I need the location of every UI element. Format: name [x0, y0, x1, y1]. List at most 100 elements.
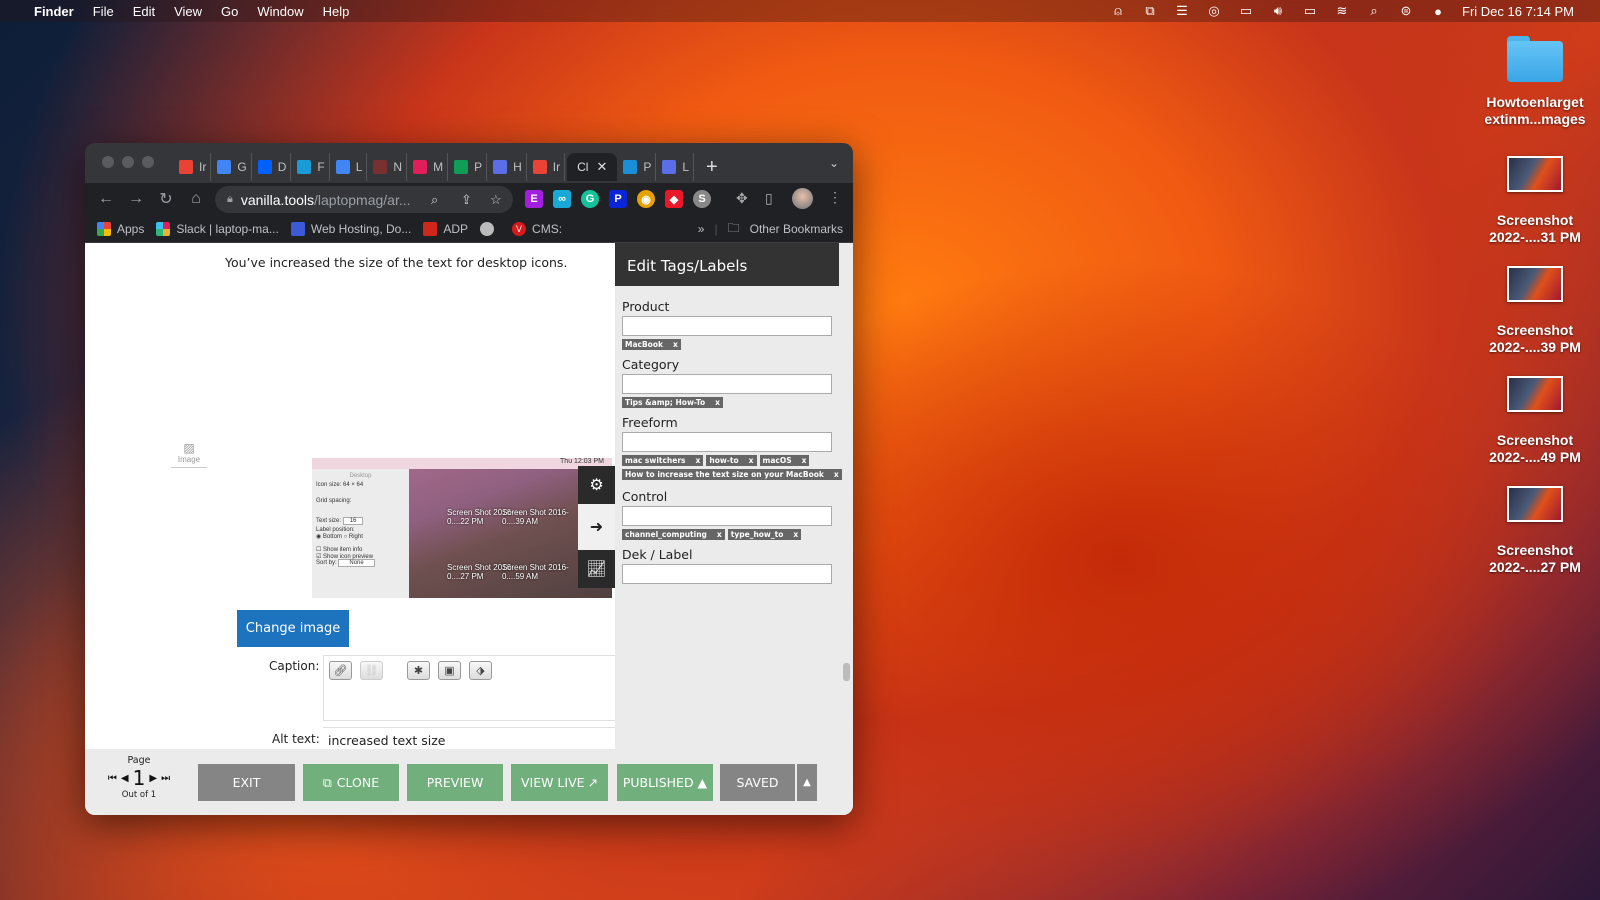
battery-icon[interactable]: ▭: [1294, 3, 1326, 19]
zoom-window-button[interactable]: [142, 156, 154, 168]
exit-button[interactable]: EXIT: [198, 764, 295, 801]
page-scrollbar[interactable]: [843, 663, 850, 681]
tag-input[interactable]: [622, 564, 832, 584]
link-extension-icon[interactable]: ∞: [553, 190, 571, 208]
side-panel-icon[interactable]: ▯: [765, 190, 773, 207]
reload-icon[interactable]: ↻: [151, 189, 181, 209]
prev-page-icon[interactable]: ◀: [121, 773, 129, 784]
bookmark-star-icon[interactable]: ☆: [490, 192, 502, 208]
browser-menu-icon[interactable]: ⋮: [828, 189, 842, 206]
browser-tab[interactable]: P: [619, 153, 657, 181]
image-block-placeholder[interactable]: ▨ Image: [171, 441, 207, 468]
vpn-icon[interactable]: ⍝: [1102, 3, 1134, 19]
screen-mirroring-icon[interactable]: ⧉: [1134, 3, 1166, 19]
clone-button[interactable]: ⧉ CLONE: [303, 764, 399, 801]
browser-tab[interactable]: P: [450, 153, 488, 181]
spotlight-icon[interactable]: ⌕: [1358, 3, 1390, 19]
next-page-icon[interactable]: ▶: [149, 773, 157, 784]
browser-tab[interactable]: Ir: [529, 153, 566, 181]
bookmark-cms[interactable]: V CMS:: [512, 221, 562, 236]
menu-help[interactable]: Help: [323, 4, 350, 19]
change-image-button[interactable]: Change image: [237, 610, 349, 647]
browser-tab[interactable]: G: [213, 153, 252, 181]
back-icon[interactable]: ←: [91, 190, 121, 208]
preview-button[interactable]: PREVIEW: [407, 764, 503, 801]
published-button[interactable]: PUBLISHED ▲: [617, 764, 713, 801]
browser-tab[interactable]: L: [332, 153, 368, 181]
browser-tab[interactable]: D: [254, 153, 292, 181]
remove-tag-button[interactable]: x: [749, 456, 754, 465]
remove-tag-button[interactable]: x: [717, 530, 722, 539]
chart-line-icon[interactable]: 📈︎: [578, 550, 615, 588]
stack-icon[interactable]: ☰: [1166, 3, 1198, 19]
article-image[interactable]: Thu 12:03 PM Desktop Icon size: 64 × 64 …: [312, 458, 612, 598]
browser-tab[interactable]: Cl ✕: [567, 153, 618, 181]
menu-edit[interactable]: Edit: [133, 4, 155, 19]
remove-tag-button[interactable]: x: [834, 470, 839, 479]
bookmarks-overflow-button[interactable]: »: [698, 222, 705, 236]
browser-tab[interactable]: Ir: [175, 153, 212, 181]
saved-button[interactable]: SAVED: [720, 764, 795, 801]
bookmark-globe[interactable]: [480, 221, 500, 236]
tab-search-chevron-icon[interactable]: ⌄: [829, 156, 839, 170]
remove-tag-button[interactable]: x: [673, 340, 678, 349]
bookmark-slack[interactable]: Slack | laptop-ma...: [156, 221, 279, 236]
gear-icon[interactable]: ⚙: [578, 466, 615, 504]
remove-tag-button[interactable]: x: [715, 398, 720, 407]
siri-icon[interactable]: ●: [1422, 4, 1454, 19]
new-tab-button[interactable]: +: [706, 156, 718, 179]
display-icon[interactable]: ▭: [1230, 3, 1262, 19]
view-live-button[interactable]: VIEW LIVE ↗: [511, 764, 608, 801]
close-window-button[interactable]: [102, 156, 114, 168]
browser-tab[interactable]: M: [409, 153, 449, 181]
asterisk-icon[interactable]: ✱: [407, 661, 430, 680]
menu-window[interactable]: Window: [257, 4, 303, 19]
unlink-icon[interactable]: ⛓: [360, 661, 383, 680]
close-tab-icon[interactable]: ✕: [596, 159, 607, 175]
menu-view[interactable]: View: [174, 4, 202, 19]
zoom-icon[interactable]: ⌕: [431, 192, 438, 208]
e-extension-icon[interactable]: E: [525, 190, 543, 208]
s-extension-icon[interactable]: S: [693, 190, 711, 208]
remove-tag-button[interactable]: x: [793, 530, 798, 539]
desktop-folder[interactable]: Howtoenlarget extinm...mages: [1470, 36, 1600, 128]
desktop-screenshot[interactable]: Screenshot 2022-....39 PM: [1470, 266, 1600, 356]
profile-avatar[interactable]: [792, 188, 813, 209]
book-icon[interactable]: ▣: [438, 661, 461, 680]
grammarly-icon[interactable]: G: [581, 190, 599, 208]
page-number[interactable]: 1: [133, 766, 146, 790]
browser-tab[interactable]: L: [658, 153, 695, 181]
more-options-button[interactable]: ▲: [797, 764, 817, 801]
wifi-icon[interactable]: ≋: [1326, 3, 1358, 19]
browser-tab[interactable]: H: [489, 153, 527, 181]
chrome-extension-icon[interactable]: ◉: [637, 190, 655, 208]
link-icon[interactable]: 🔗︎: [329, 661, 352, 680]
menu-file[interactable]: File: [93, 4, 114, 19]
last-page-icon[interactable]: ⏭: [161, 773, 170, 784]
browser-tab[interactable]: F: [293, 153, 330, 181]
tag-input[interactable]: [622, 374, 832, 394]
tag-icon[interactable]: ⬗: [469, 661, 492, 680]
bookmark-adp[interactable]: ADP: [423, 221, 468, 236]
desktop-screenshot[interactable]: Screenshot 2022-....31 PM: [1470, 156, 1600, 246]
address-bar[interactable]: 🔒︎ vanilla.tools/laptopmag/ar... ⌕ ⇪ ☆: [215, 186, 513, 213]
remove-tag-button[interactable]: x: [802, 456, 807, 465]
home-icon[interactable]: ⌂: [181, 190, 211, 208]
remove-tag-button[interactable]: x: [696, 456, 701, 465]
menu-finder[interactable]: Finder: [34, 4, 74, 19]
other-bookmarks[interactable]: Other Bookmarks: [750, 222, 843, 236]
control-center-icon[interactable]: ⊜: [1390, 3, 1422, 19]
alt-text-input[interactable]: increased text size: [323, 727, 623, 749]
arrow-right-icon[interactable]: ➜: [578, 504, 615, 550]
desktop-screenshot[interactable]: Screenshot 2022-....49 PM: [1470, 376, 1600, 466]
tag-input[interactable]: [622, 506, 832, 526]
cd-icon[interactable]: ◎: [1198, 3, 1230, 19]
tag-input[interactable]: [622, 432, 832, 452]
menu-go[interactable]: Go: [221, 4, 238, 19]
caption-editor[interactable]: 🔗︎ ⛓ ✱ ▣ ⬗: [323, 655, 623, 721]
browser-tab[interactable]: N: [369, 153, 408, 181]
bookmark-web-hosting[interactable]: Web Hosting, Do...: [290, 221, 411, 236]
clock[interactable]: Fri Dec 16 7:14 PM: [1462, 4, 1574, 19]
forward-icon[interactable]: →: [121, 190, 151, 208]
desktop-screenshot[interactable]: Screenshot 2022-....27 PM: [1470, 486, 1600, 576]
